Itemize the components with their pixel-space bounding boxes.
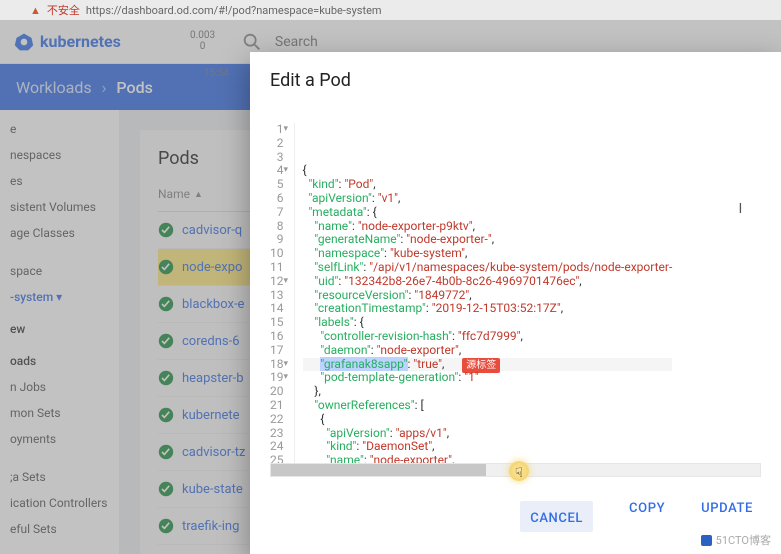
json-editor[interactable]: 1234567891011121314151617181920212223242… xyxy=(270,123,761,463)
code-line[interactable]: "name": "node-exporter-p9ktv", xyxy=(303,220,673,234)
code-line[interactable]: { xyxy=(303,413,673,427)
editor-code[interactable]: I { "kind": "Pod", "apiVersion": "v1", "… xyxy=(295,123,673,463)
browser-url[interactable]: https://dashboard.od.com/#!/pod?namespac… xyxy=(86,4,382,17)
editor-gutter: 1234567891011121314151617181920212223242… xyxy=(270,123,295,463)
edit-pod-modal: Edit a Pod 12345678910111213141516171819… xyxy=(250,52,781,554)
code-line[interactable]: "labels": { xyxy=(303,316,673,330)
cursor-highlight xyxy=(509,461,529,481)
text-cursor-icon: I xyxy=(738,203,742,217)
code-line[interactable]: "ownerReferences": [ xyxy=(303,399,673,413)
code-line[interactable]: "controller-revision-hash": "ffc7d7999", xyxy=(303,330,673,344)
code-line[interactable]: "daemon": "node-exporter", xyxy=(303,344,673,358)
cancel-button[interactable]: CANCEL xyxy=(530,511,583,526)
code-line[interactable]: "metadata": { xyxy=(303,206,673,220)
code-line[interactable]: "apiVersion": "apps/v1", xyxy=(303,427,673,441)
editor-hscrollbar[interactable]: ☟ xyxy=(270,463,761,477)
code-line[interactable]: "kind": "DaemonSet", xyxy=(303,440,673,454)
code-line[interactable]: { xyxy=(303,164,673,178)
update-button[interactable]: UPDATE xyxy=(701,501,753,532)
code-line[interactable]: "kind": "Pod", xyxy=(303,178,673,192)
code-line[interactable]: "generateName": "node-exporter-", xyxy=(303,233,673,247)
code-line[interactable]: "uid": "132342b8-26e7-4b0b-8c26-49697014… xyxy=(303,275,673,289)
copy-button[interactable]: COPY xyxy=(629,501,665,532)
code-line[interactable]: "creationTimestamp": "2019-12-15T03:52:1… xyxy=(303,302,673,316)
code-line[interactable]: }, xyxy=(303,385,673,399)
security-warn-icon: ▲ xyxy=(30,4,41,17)
security-warn-text: 不安全 xyxy=(47,2,80,18)
watermark-logo-icon xyxy=(701,535,712,546)
modal-title: Edit a Pod xyxy=(250,52,781,109)
code-line[interactable]: "selfLink": "/api/v1/namespaces/kube-sys… xyxy=(303,261,673,275)
code-line[interactable]: "name": "node-exporter", xyxy=(303,454,673,463)
code-line[interactable]: "pod-template-generation": "1" xyxy=(303,371,673,385)
code-line[interactable]: "resourceVersion": "1849772", xyxy=(303,289,673,303)
code-line[interactable]: "namespace": "kube-system", xyxy=(303,247,673,261)
browser-address-bar: ▲ 不安全 https://dashboard.od.com/#!/pod?na… xyxy=(0,0,781,20)
hscrollbar-thumb[interactable] xyxy=(271,464,486,476)
code-line[interactable]: "apiVersion": "v1", xyxy=(303,192,673,206)
watermark: 51CTO博客 xyxy=(701,532,771,548)
code-line[interactable]: "grafanak8sapp": "true", 源标签 xyxy=(303,358,673,372)
